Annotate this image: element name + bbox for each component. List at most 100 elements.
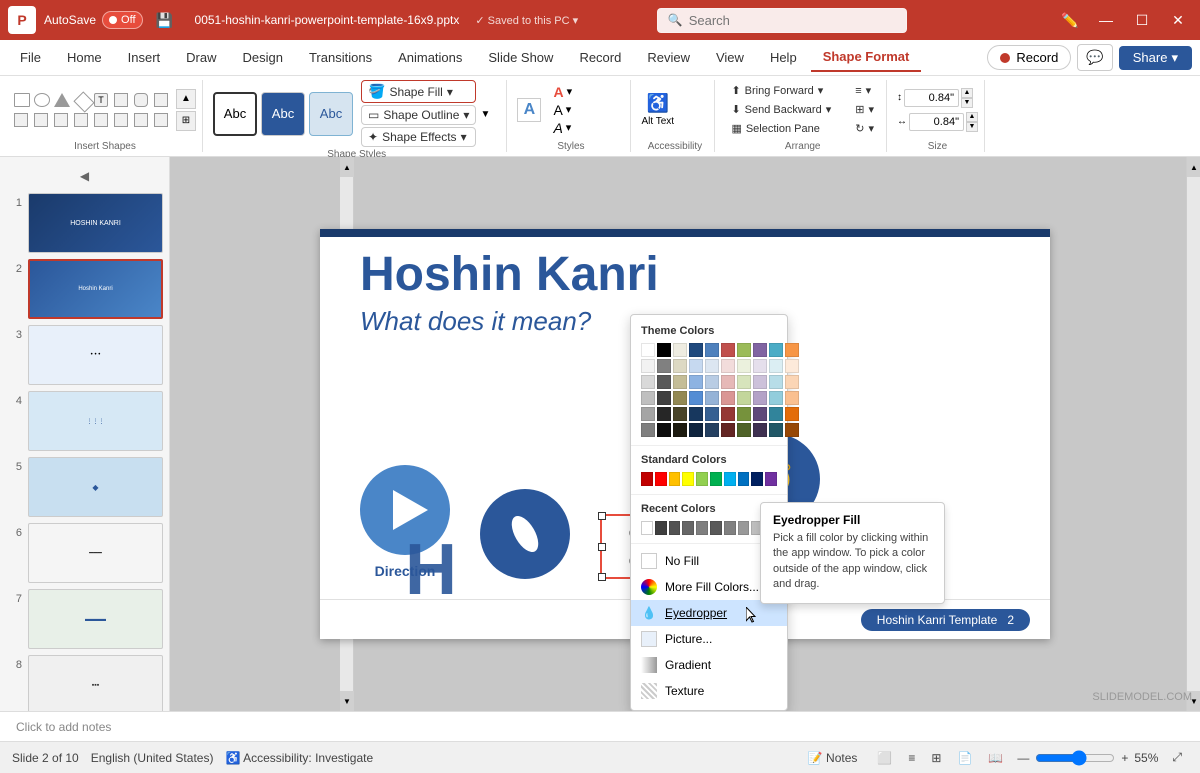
shape-style-btn-3[interactable]: Abc xyxy=(309,92,353,136)
shape-icon-9[interactable] xyxy=(14,113,28,127)
save-button[interactable]: 💾 xyxy=(151,6,179,34)
tab-home[interactable]: Home xyxy=(55,44,114,71)
color-swatch-r6-8[interactable] xyxy=(753,423,767,437)
color-swatch-r6-2[interactable] xyxy=(657,423,671,437)
eyedropper-item[interactable]: 💧 Eyedropper xyxy=(631,600,787,626)
scroll-down-button[interactable]: ▼ xyxy=(340,691,354,711)
notes-button[interactable]: 📝 Notes xyxy=(802,749,864,767)
gradient-item[interactable]: Gradient xyxy=(631,652,787,678)
color-swatch-r3-7[interactable] xyxy=(737,375,751,389)
shape-icon-10[interactable] xyxy=(34,113,48,127)
color-swatch-r2-10[interactable] xyxy=(785,359,799,373)
color-swatch-teal[interactable] xyxy=(769,343,783,357)
handle-lm[interactable] xyxy=(598,543,606,551)
shape-icon-3[interactable] xyxy=(54,93,70,107)
color-swatch-purple[interactable] xyxy=(753,343,767,357)
std-color-6[interactable] xyxy=(710,472,722,486)
rotate-button[interactable]: ↻ ▾ xyxy=(849,120,880,137)
shape-effects-button[interactable]: ✦ Shape Effects ▾ xyxy=(361,127,476,147)
selection-pane-button[interactable]: ▦ Selection Pane xyxy=(725,120,837,137)
color-swatch-r2-7[interactable] xyxy=(737,359,751,373)
color-swatch-r2-6[interactable] xyxy=(721,359,735,373)
slide-item-5[interactable]: 5 ◆ xyxy=(6,457,163,517)
shape-icon-14[interactable] xyxy=(114,113,128,127)
shape-icon-2[interactable] xyxy=(34,93,50,107)
notes-area[interactable]: Click to add notes xyxy=(0,711,1200,741)
recent-color-6[interactable] xyxy=(710,521,722,535)
slide-thumb-7[interactable]: ▬▬▬ xyxy=(28,589,163,649)
group-button[interactable]: ⊞ ▾ xyxy=(849,101,880,118)
color-swatch-r4-8[interactable] xyxy=(753,391,767,405)
comments-button[interactable]: 💬 xyxy=(1077,44,1112,71)
color-swatch-r5-10[interactable] xyxy=(785,407,799,421)
recent-color-7[interactable] xyxy=(724,521,736,535)
color-swatch-r2-4[interactable] xyxy=(689,359,703,373)
color-swatch-r5-1[interactable] xyxy=(641,407,655,421)
width-up-button[interactable]: ▲ xyxy=(966,112,978,122)
tab-slide-show[interactable]: Slide Show xyxy=(476,44,565,71)
color-swatch-r4-5[interactable] xyxy=(705,391,719,405)
tab-insert[interactable]: Insert xyxy=(116,44,173,71)
std-color-2[interactable] xyxy=(655,472,667,486)
color-swatch-black[interactable] xyxy=(657,343,671,357)
color-swatch-r4-10[interactable] xyxy=(785,391,799,405)
tab-file[interactable]: File xyxy=(8,44,53,71)
color-swatch-blue[interactable] xyxy=(705,343,719,357)
slide-thumb-4[interactable]: ⋮⋮⋮ xyxy=(28,391,163,451)
std-color-3[interactable] xyxy=(669,472,681,486)
color-swatch-r4-7[interactable] xyxy=(737,391,751,405)
handle-tl[interactable] xyxy=(598,512,606,520)
width-input[interactable] xyxy=(909,113,964,131)
outline-view-button[interactable]: ≡ xyxy=(902,749,921,767)
reading-view-button[interactable]: 📖 xyxy=(982,749,1009,767)
right-scrollbar[interactable]: ▲ ▼ xyxy=(1186,157,1200,711)
recent-color-3[interactable] xyxy=(669,521,681,535)
color-swatch-r2-2[interactable] xyxy=(657,359,671,373)
height-down-button[interactable]: ▼ xyxy=(961,98,973,108)
color-swatch-r5-8[interactable] xyxy=(753,407,767,421)
shape-icon-16[interactable] xyxy=(154,113,168,127)
color-swatch-r5-3[interactable] xyxy=(673,407,687,421)
color-swatch-r4-4[interactable] xyxy=(689,391,703,405)
slide-thumb-2[interactable]: Hoshin Kanri xyxy=(28,259,163,319)
color-swatch-red[interactable] xyxy=(721,343,735,357)
color-swatch-r6-1[interactable] xyxy=(641,423,655,437)
handle-bl[interactable] xyxy=(598,573,606,581)
shape-style-btn-1[interactable]: Abc xyxy=(213,92,257,136)
color-swatch-r2-8[interactable] xyxy=(753,359,767,373)
color-swatch-r3-6[interactable] xyxy=(721,375,735,389)
color-swatch-r5-5[interactable] xyxy=(705,407,719,421)
slide-item-1[interactable]: 1 HOSHIN KANRI xyxy=(6,193,163,253)
record-button[interactable]: Record xyxy=(987,45,1071,70)
normal-view-button[interactable]: ⬜ xyxy=(871,749,898,767)
share-button[interactable]: Share ▾ xyxy=(1119,46,1192,70)
recent-color-2[interactable] xyxy=(655,521,667,535)
color-swatch-r5-7[interactable] xyxy=(737,407,751,421)
slide-thumb-6[interactable]: ━━━ xyxy=(28,523,163,583)
shape-icon-4[interactable] xyxy=(73,91,94,112)
tab-transitions[interactable]: Transitions xyxy=(297,44,384,71)
text-fill-button[interactable]: A xyxy=(517,98,541,122)
send-backward-button[interactable]: ⬇ Send Backward ▾ xyxy=(725,101,837,118)
shape-icon-1[interactable] xyxy=(14,93,30,107)
color-swatch-r5-9[interactable] xyxy=(769,407,783,421)
std-color-4[interactable] xyxy=(682,472,694,486)
styles-expand[interactable]: ▼ xyxy=(480,107,500,120)
color-swatch-r3-10[interactable] xyxy=(785,375,799,389)
std-color-8[interactable] xyxy=(738,472,750,486)
slide-thumb-1[interactable]: HOSHIN KANRI xyxy=(28,193,163,253)
canvas-area[interactable]: ▲ ▼ Hoshin Kanri What does it mean? Dire… xyxy=(170,157,1200,711)
shape-icon-13[interactable] xyxy=(94,113,108,127)
tab-animations[interactable]: Animations xyxy=(386,44,474,71)
color-swatch-r3-4[interactable] xyxy=(689,375,703,389)
shape-fill-button[interactable]: 🪣 Shape Fill ▾ xyxy=(361,80,476,103)
texture-item[interactable]: Texture xyxy=(631,678,787,704)
color-swatch-r6-5[interactable] xyxy=(705,423,719,437)
width-down-button[interactable]: ▼ xyxy=(966,122,978,132)
shape-icon-6[interactable] xyxy=(114,93,128,107)
color-swatch-navy[interactable] xyxy=(689,343,703,357)
color-swatch-r6-3[interactable] xyxy=(673,423,687,437)
color-swatch-r2-5[interactable] xyxy=(705,359,719,373)
std-color-5[interactable] xyxy=(696,472,708,486)
zoom-range-input[interactable] xyxy=(1035,750,1115,766)
